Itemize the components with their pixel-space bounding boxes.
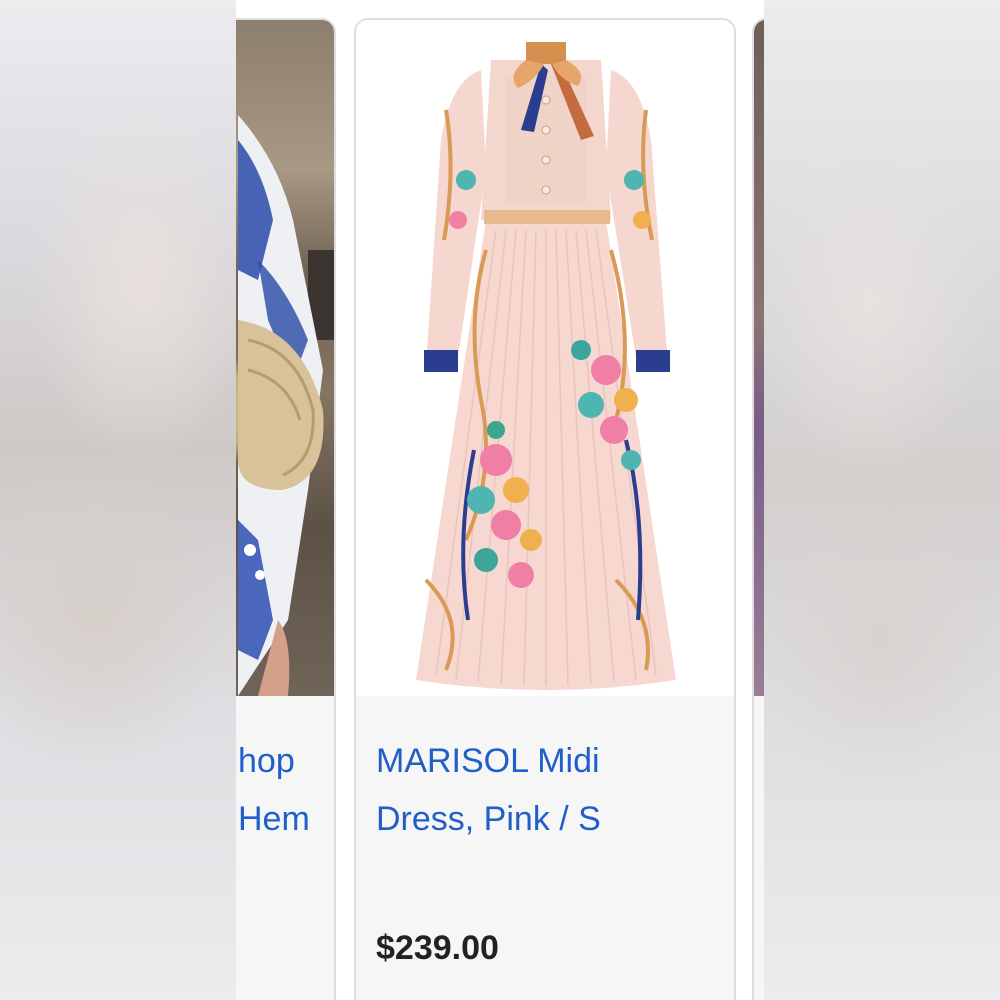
product-image-left[interactable] [236,20,334,696]
product-title-marisol[interactable]: MARISOL Midi Dress, Pink / S [376,732,716,848]
product-image-marisol[interactable] [356,20,734,696]
product-card-left[interactable]: hop Hem [236,18,336,1000]
product-title-line-1[interactable]: MARISOL Midi [376,732,716,790]
product-card-body-right [754,696,764,1000]
product-image-right[interactable] [754,20,764,696]
product-card-marisol[interactable]: MARISOL Midi Dress, Pink / S $239.00 [354,18,736,1000]
product-title-left[interactable]: hop Hem [238,732,334,848]
product-title-line-2[interactable]: Dress, Pink / S [376,790,716,848]
product-carousel[interactable]: hop Hem MARISOL Midi Dress, Pink / S $23… [236,0,764,1000]
product-title-left-line-2[interactable]: Hem [238,790,334,848]
product-card-body-marisol: MARISOL Midi Dress, Pink / S $239.00 [356,696,734,1000]
product-card-right[interactable] [752,18,764,1000]
blurred-background-left [0,0,236,1000]
product-title-left-line-1[interactable]: hop [238,732,334,790]
product-card-body-left: hop Hem [236,696,334,1000]
product-price: $239.00 [376,929,499,967]
blurred-background-right [764,0,1000,1000]
